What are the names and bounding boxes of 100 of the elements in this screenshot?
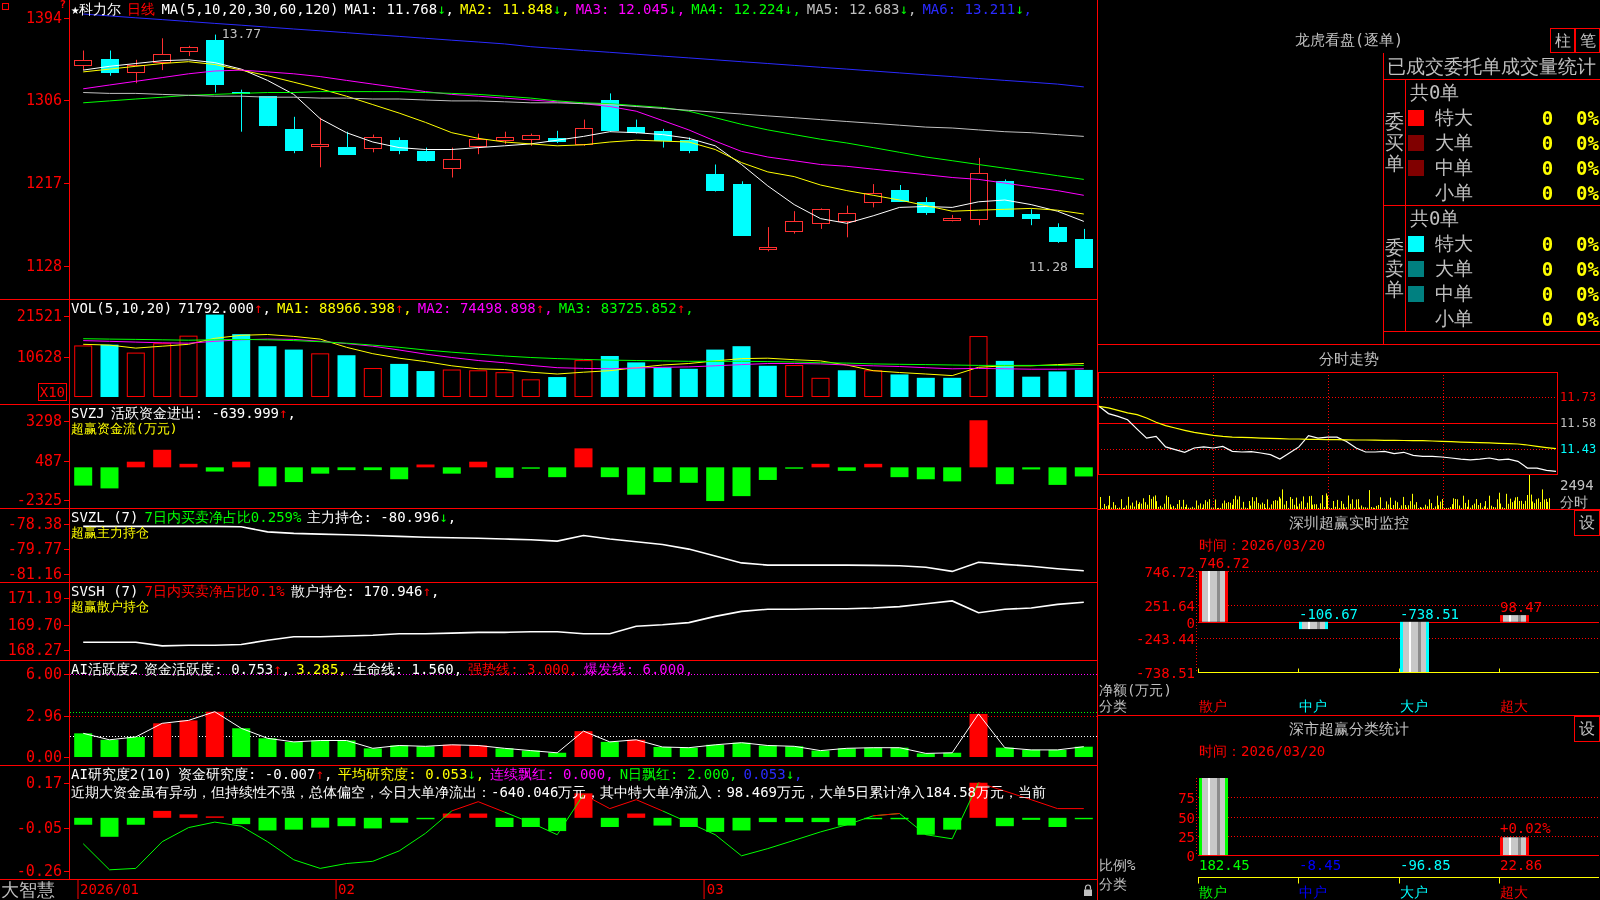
candlestick [706,164,724,192]
price-annotation: 11.28 [1028,259,1068,275]
order-count: 0 [1541,181,1554,204]
axis-tick-label: 1306 [25,91,69,108]
indicator-caption: 超赢主力持仓 [71,525,149,540]
category-label: 超大 [1500,884,1528,900]
date-label: 03 [703,880,727,899]
indicator-value: 平均研究度: 0.053↓, [338,766,485,782]
axis-tick-label: 2.96 [25,708,69,725]
category-label: 大户 [1400,884,1428,900]
indicator-label: 3.285, [296,661,347,677]
indicator-label: AI活跃度2 [71,661,139,677]
axis-tick-label: 0.00 [25,749,69,765]
indicator-value: MA1: 11.768↓, [344,1,455,17]
axis-tick-label: -0.26 [16,862,69,879]
indicator-value: MA3: 83725.852↑, [558,300,694,316]
candlestick [522,133,540,147]
axis-tick-label: 171.19 [7,590,69,606]
indicator-value: 资金研究度: -0.007↑, [178,766,333,782]
square-icon[interactable] [2,3,9,10]
axis-tick-label: 1217 [25,175,69,192]
indicator-label: 7日内买卖净占比0.259% [144,509,302,525]
indicator-value: MA4: 12.224↓, [691,1,801,17]
axis-tick-label: -2325 [16,492,69,508]
candlestick [654,128,672,149]
order-share: 0% [1576,106,1599,129]
indicator-value: MA1: 88966.398↑, [276,300,412,316]
indicator-label: 生命线: 1.560, [352,661,463,677]
axis-tick-label: 3298 [25,413,69,429]
view-mode-button[interactable]: 笔 [1575,28,1600,53]
timestamp-label: 时间：2026/03/20 [1199,537,1326,553]
table-title: 已成交委托单成交量统计 [1387,55,1596,77]
indicator-value: MA2: 74498.898↑, [417,300,553,316]
ratio-value-label: -8.45 [1299,857,1342,873]
order-share: 0% [1576,181,1599,204]
candlestick [1049,222,1067,244]
category-label: 散户 [1199,698,1227,714]
bar-value-label: 746.72 [1199,555,1250,571]
order-size-label: 特大 [1435,230,1473,256]
order-size-label: 特大 [1435,104,1473,130]
order-share: 0% [1576,156,1599,179]
axis-title: 净额(万元) [1099,682,1172,698]
order-share: 0% [1576,257,1599,280]
brand-name: 大智慧 [0,880,55,900]
indicator-value: 71792.000↑, [178,300,271,316]
order-size-label: 中单 [1435,154,1473,180]
volume-scale-label: 2494 [1560,477,1594,493]
candlestick [864,183,882,208]
candlestick [180,45,198,57]
multiplier-badge: X10 [37,383,67,401]
indicator-label: 连续飘红: 0.000, [490,766,614,782]
order-count: 0 [1541,131,1554,154]
chart-title: 深市超赢分类统计 [1289,720,1409,738]
price-annotation: 13.77 [221,25,261,41]
candlestick [443,147,461,178]
candlestick [206,34,224,93]
order-share: 0% [1576,131,1599,154]
chart-title: 深圳超赢实时监控 [1289,514,1409,532]
view-mode-button[interactable]: 柱 [1550,28,1575,53]
ratio-value-label: 22.86 [1500,857,1543,873]
indicator-value: MA5: 12.683↓, [806,1,917,17]
candlestick [785,210,803,235]
order-total: 共0单 [1409,80,1460,105]
axis-tick-label: -0.05 [16,820,69,836]
axis-tick-label: 746.72 [1144,563,1195,580]
indicator-value: 活跃资金进出: -639.999↑, [110,405,296,421]
category-label: 散户 [1199,884,1227,900]
candlestick [153,37,171,71]
bar-value-label: 98.47 [1500,599,1543,616]
order-size-label: 中单 [1435,280,1473,306]
candlestick [838,205,856,238]
order-size-label: 大单 [1435,255,1473,281]
candlestick [259,95,277,127]
axis-tick-label: 50 [1178,809,1195,826]
axis-title: 分类 [1099,876,1127,892]
axis-tick-label: 0 [1186,614,1195,631]
help-mark[interactable]: ? [59,0,66,10]
axis-tick-label: 487 [34,452,69,469]
candlestick [311,117,329,168]
category-label: 中户 [1299,698,1327,714]
indicator-label: 日线 [127,1,156,17]
settings-button[interactable]: 设 [1574,510,1600,536]
settings-button[interactable]: 设 [1574,716,1600,742]
indicator-label: N日飘红: 2.000, [619,766,738,782]
candlestick [364,134,382,153]
group-label: 委买单 [1385,111,1404,174]
candlestick [812,207,830,230]
panel-title: 龙虎看盘(逐单) [1294,31,1404,49]
axis-tick-label: 0 [1186,847,1195,864]
indicator-label: MA(5,10,20,30,60,120) [161,1,339,17]
indicator-value: MA2: 11.848↓, [460,1,570,17]
bar-annotation: +0.02% [1500,820,1551,837]
candlestick [970,157,988,226]
axis-tick-label: -79.77 [7,540,69,557]
axis-tick-label: 25 [1178,828,1195,845]
axis-tick-label: 169.70 [7,616,69,633]
axis-title: 比例% [1099,857,1136,873]
indicator-label: SVSH (7) [71,583,139,599]
ratio-value-label: -96.85 [1400,857,1451,873]
candlestick [575,119,593,147]
